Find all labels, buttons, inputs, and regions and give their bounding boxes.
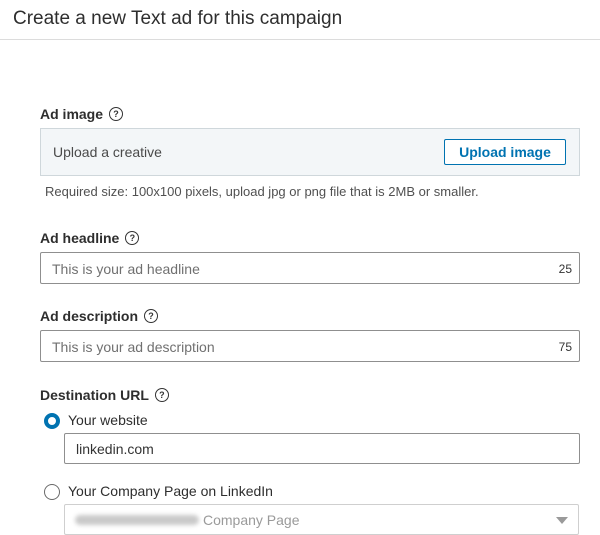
website-url-value: linkedin.com [76,441,154,457]
ad-description-label-text: Ad description [40,308,139,324]
ad-image-label: Ad image ? [40,106,124,122]
company-page-select-text: Company Page [203,512,300,528]
ad-headline-label: Ad headline ? [40,230,140,246]
ad-description-placeholder: This is your ad description [52,339,215,355]
question-circle-icon[interactable]: ? [154,388,169,402]
upload-image-button[interactable]: Upload image [444,139,566,165]
ad-description-char-count: 75 [558,340,572,354]
ad-headline-placeholder: This is your ad headline [52,261,200,277]
redacted-company-name [75,515,199,525]
website-radio-label[interactable]: Your website [68,412,148,428]
ad-image-label-text: Ad image [40,106,104,122]
company-page-radio-label[interactable]: Your Company Page on LinkedIn [68,483,273,499]
question-circle-icon[interactable]: ? [109,107,124,121]
company-page-radio[interactable] [44,484,60,500]
destination-url-label: Destination URL ? [40,387,169,403]
ad-description-label: Ad description ? [40,308,159,324]
page-title-text: Create a new Text ad for this campaign [13,8,343,29]
chevron-down-icon [556,517,568,524]
question-circle-icon[interactable]: ? [144,309,159,323]
website-url-input[interactable]: linkedin.com [64,433,580,464]
ad-headline-input[interactable]: This is your ad headline 25 [40,252,580,284]
page-title: Create a new Text ad for this campaign [0,0,600,40]
upload-area: Upload a creative Upload image [40,128,580,176]
destination-url-label-text: Destination URL [40,387,149,403]
ad-description-input[interactable]: This is your ad description 75 [40,330,580,362]
image-requirements: Required size: 100x100 pixels, upload jp… [45,184,479,199]
ad-headline-char-count: 25 [558,262,572,276]
company-page-select[interactable]: Company Page [64,504,579,535]
ad-headline-label-text: Ad headline [40,230,120,246]
website-radio[interactable] [44,413,60,429]
question-circle-icon[interactable]: ? [125,231,140,245]
upload-prompt: Upload a creative [53,144,162,160]
